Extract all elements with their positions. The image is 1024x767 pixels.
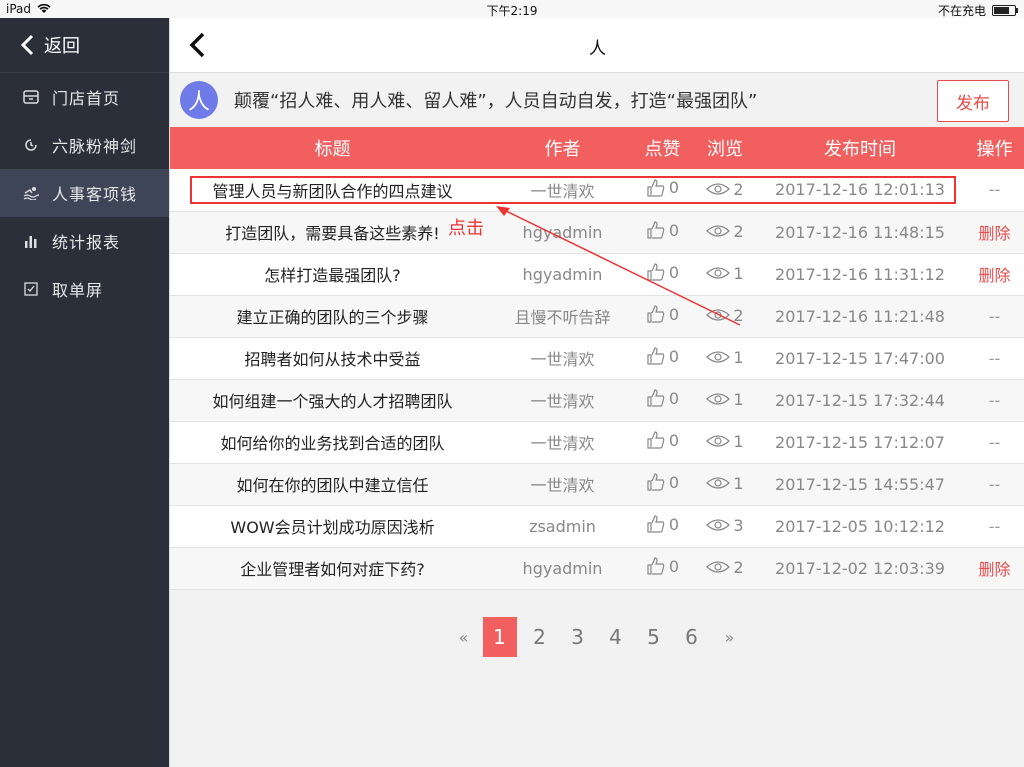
prev-page-button[interactable]: «	[445, 617, 483, 657]
page-button[interactable]: 4	[597, 617, 635, 657]
page-button[interactable]: 6	[673, 617, 711, 657]
page-button[interactable]: 1	[482, 617, 517, 657]
page-button[interactable]: 5	[635, 617, 673, 657]
pagination: « 1 2 3 4 5 6 »	[169, 617, 1024, 657]
page-button[interactable]: 3	[559, 617, 597, 657]
page-button[interactable]: 2	[521, 617, 559, 657]
annotation-label: 点击	[448, 218, 484, 239]
next-page-button[interactable]: »	[711, 617, 749, 657]
